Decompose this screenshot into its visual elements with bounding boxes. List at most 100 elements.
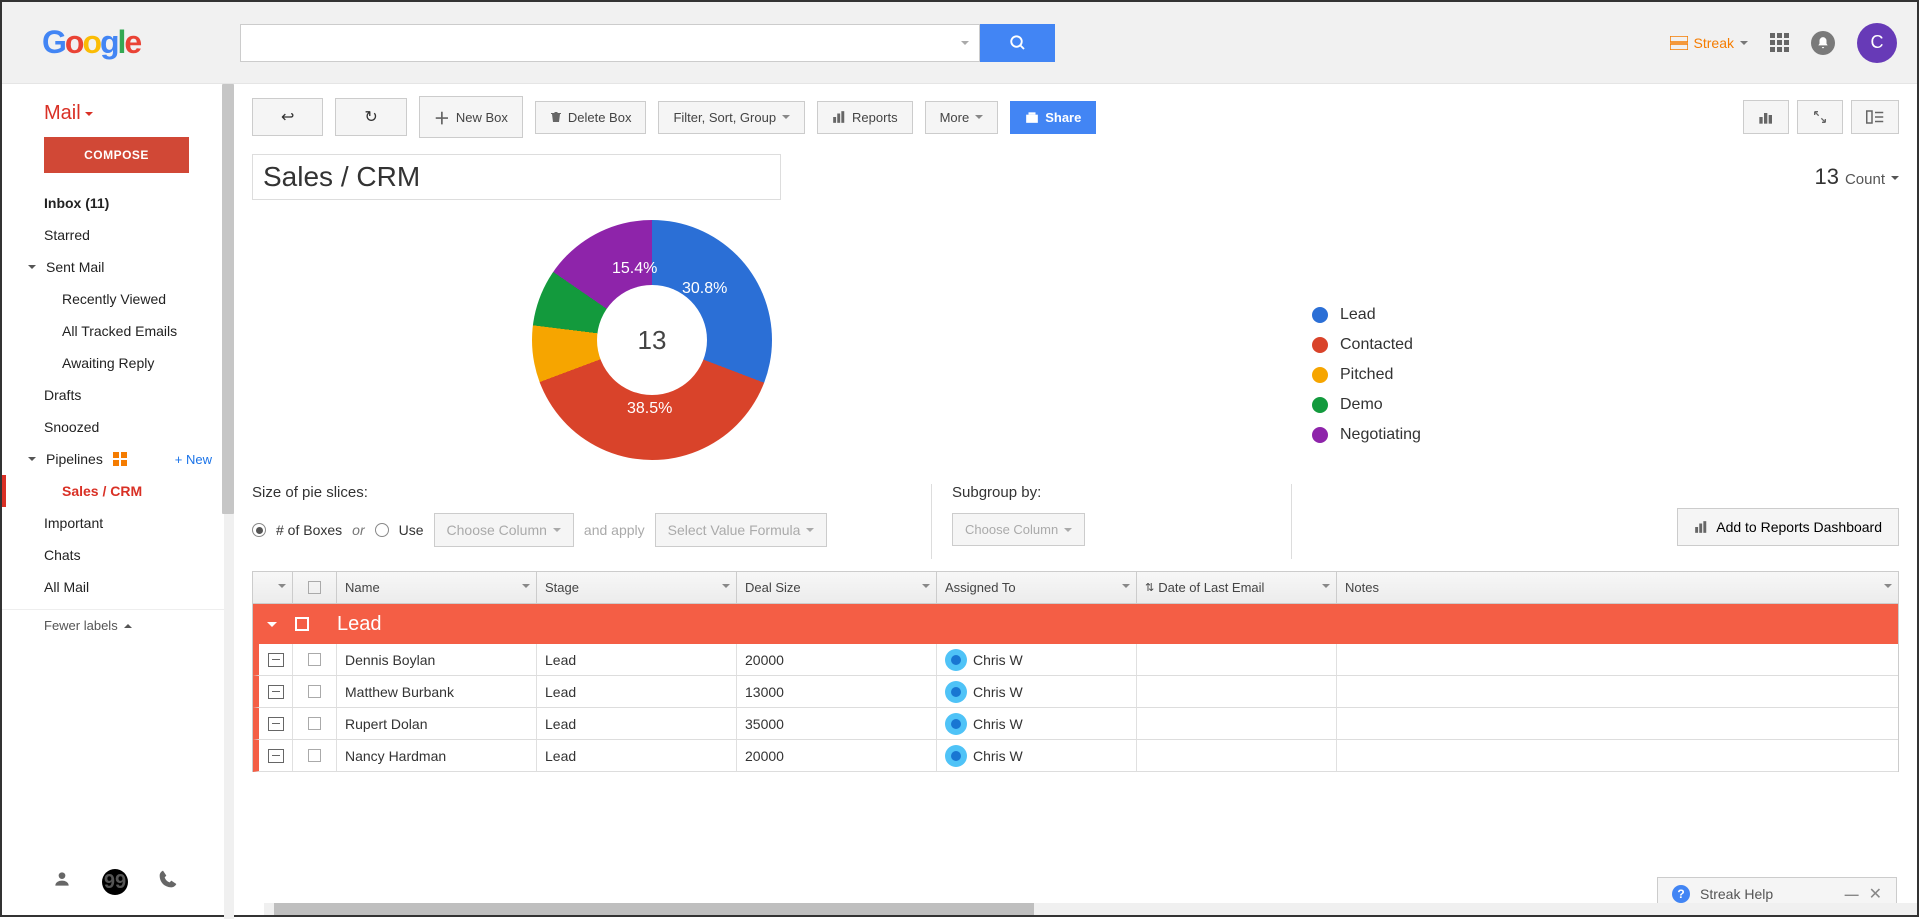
group-checkbox[interactable] [295, 617, 309, 631]
nav-pipelines[interactable]: Pipelines + New [2, 443, 234, 475]
cell-notes[interactable] [1337, 676, 1898, 707]
column-header-assigned-to[interactable]: Assigned To [937, 572, 1137, 603]
table-row[interactable]: Dennis Boylan Lead 20000 Chris W [253, 644, 1898, 676]
share-button[interactable]: Share [1010, 101, 1096, 134]
column-header-stage[interactable]: Stage [537, 572, 737, 603]
cell-date[interactable] [1137, 676, 1337, 707]
delete-box-button[interactable]: Delete Box [535, 101, 647, 134]
nav-awaiting-reply[interactable]: Awaiting Reply [2, 347, 234, 379]
cell-date[interactable] [1137, 644, 1337, 675]
cell-assigned-to[interactable]: Chris W [937, 676, 1137, 707]
row-checkbox[interactable] [293, 740, 337, 771]
legend-item[interactable]: Lead [1312, 300, 1421, 330]
filter-sort-group-button[interactable]: Filter, Sort, Group [658, 101, 805, 134]
cell-deal-size[interactable]: 35000 [737, 708, 937, 739]
nav-sent[interactable]: Sent Mail [2, 251, 234, 283]
fewer-labels[interactable]: Fewer labels [2, 609, 234, 641]
table-row[interactable]: Nancy Hardman Lead 20000 Chris W [253, 740, 1898, 772]
pipeline-title-input[interactable]: Sales / CRM [252, 154, 781, 200]
table-header-menu[interactable] [253, 572, 293, 603]
cell-assigned-to[interactable]: Chris W [937, 740, 1137, 771]
cell-notes[interactable] [1337, 708, 1898, 739]
hangouts-icon[interactable]: 99 [102, 869, 128, 895]
box-icon-cell[interactable] [259, 740, 293, 771]
more-button[interactable]: More [925, 101, 999, 134]
nav-sales-crm[interactable]: Sales / CRM [2, 475, 234, 507]
cell-stage[interactable]: Lead [537, 676, 737, 707]
cell-stage[interactable]: Lead [537, 708, 737, 739]
cell-date[interactable] [1137, 708, 1337, 739]
legend-item[interactable]: Negotiating [1312, 420, 1421, 450]
cell-deal-size[interactable]: 13000 [737, 676, 937, 707]
select-formula-select[interactable]: Select Value Formula [655, 513, 828, 547]
add-to-reports-button[interactable]: Add to Reports Dashboard [1677, 508, 1899, 546]
box-icon-cell[interactable] [259, 644, 293, 675]
new-pipeline-link[interactable]: + New [175, 452, 212, 467]
box-icon-cell[interactable] [259, 708, 293, 739]
cell-stage[interactable]: Lead [537, 644, 737, 675]
table-row[interactable]: Matthew Burbank Lead 13000 Chris W [253, 676, 1898, 708]
new-box-button[interactable]: ＋New Box [419, 96, 523, 138]
cell-notes[interactable] [1337, 644, 1898, 675]
count-selector[interactable]: 13 Count [1814, 164, 1899, 190]
column-header-deal-size[interactable]: Deal Size [737, 572, 937, 603]
nav-chats[interactable]: Chats [2, 539, 234, 571]
refresh-button[interactable]: ↻ [335, 98, 406, 136]
legend-item[interactable]: Pitched [1312, 360, 1421, 390]
nav-snoozed[interactable]: Snoozed [2, 411, 234, 443]
sidebar-scrollbar[interactable] [224, 84, 234, 919]
legend-item[interactable]: Contacted [1312, 330, 1421, 360]
apps-icon[interactable] [1770, 33, 1789, 52]
row-checkbox[interactable] [293, 676, 337, 707]
radio-use[interactable] [375, 523, 389, 537]
cell-name[interactable]: Rupert Dolan [337, 708, 537, 739]
box-icon-cell[interactable] [259, 676, 293, 707]
search-input[interactable] [240, 24, 980, 62]
mail-menu[interactable]: Mail [2, 98, 234, 137]
column-header-notes[interactable]: Notes [1337, 572, 1898, 603]
contacts-icon[interactable] [52, 869, 72, 895]
cell-deal-size[interactable]: 20000 [737, 644, 937, 675]
cell-date[interactable] [1137, 740, 1337, 771]
nav-starred[interactable]: Starred [2, 219, 234, 251]
nav-drafts[interactable]: Drafts [2, 379, 234, 411]
cell-name[interactable]: Dennis Boylan [337, 644, 537, 675]
layout-button[interactable] [1851, 100, 1899, 134]
cell-deal-size[interactable]: 20000 [737, 740, 937, 771]
reports-button[interactable]: Reports [817, 101, 913, 134]
legend-item[interactable]: Demo [1312, 390, 1421, 420]
close-icon[interactable]: ✕ [1869, 884, 1882, 904]
column-header-name[interactable]: Name [337, 572, 537, 603]
radio-boxes[interactable] [252, 523, 266, 537]
chart-view-button[interactable] [1743, 100, 1789, 134]
cell-assigned-to[interactable]: Chris W [937, 708, 1137, 739]
user-avatar[interactable]: C [1857, 23, 1897, 63]
column-header-date[interactable]: ⇅Date of Last Email [1137, 572, 1337, 603]
nav-recently-viewed[interactable]: Recently Viewed [2, 283, 234, 315]
subgroup-column-select[interactable]: Choose Column [952, 513, 1085, 546]
streak-menu[interactable]: Streak [1670, 35, 1748, 51]
table-header-checkbox[interactable] [293, 572, 337, 603]
nav-tracked-emails[interactable]: All Tracked Emails [2, 315, 234, 347]
nav-important[interactable]: Important [2, 507, 234, 539]
nav-inbox[interactable]: Inbox (11) [2, 187, 234, 219]
compose-button[interactable]: COMPOSE [44, 137, 189, 173]
choose-column-select[interactable]: Choose Column [434, 513, 574, 547]
cell-assigned-to[interactable]: Chris W [937, 644, 1137, 675]
group-row-lead[interactable]: Lead [253, 604, 1898, 644]
row-checkbox[interactable] [293, 644, 337, 675]
horizontal-scrollbar[interactable] [264, 903, 1917, 915]
expand-button[interactable] [1797, 100, 1843, 134]
search-button[interactable] [980, 24, 1055, 62]
nav-all-mail[interactable]: All Mail [2, 571, 234, 603]
minimize-icon[interactable]: — [1845, 886, 1859, 902]
cell-name[interactable]: Nancy Hardman [337, 740, 537, 771]
back-button[interactable]: ↩ [252, 98, 323, 136]
table-row[interactable]: Rupert Dolan Lead 35000 Chris W [253, 708, 1898, 740]
cell-stage[interactable]: Lead [537, 740, 737, 771]
cell-notes[interactable] [1337, 740, 1898, 771]
cell-name[interactable]: Matthew Burbank [337, 676, 537, 707]
phone-icon[interactable] [158, 869, 178, 895]
notifications-icon[interactable] [1811, 31, 1835, 55]
row-checkbox[interactable] [293, 708, 337, 739]
